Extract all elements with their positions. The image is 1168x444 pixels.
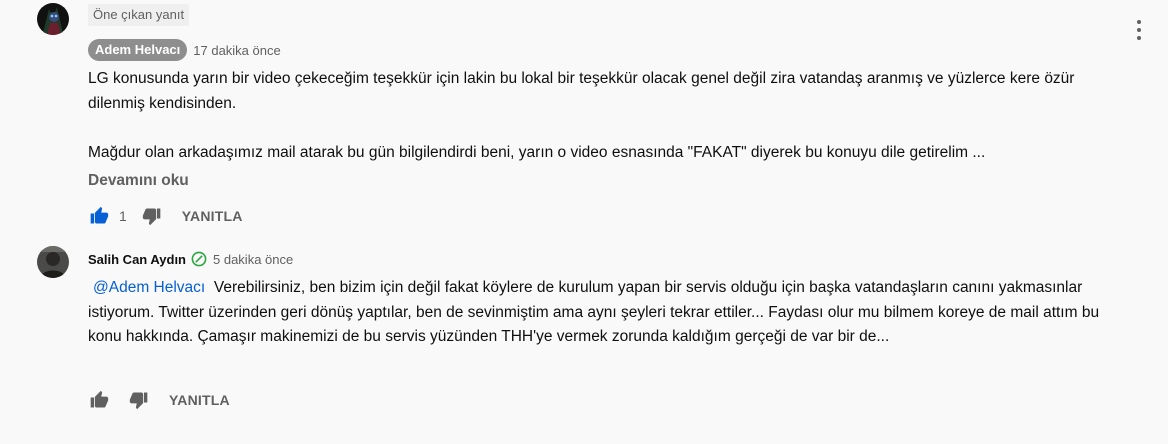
read-more-button[interactable]: Devamını oku (88, 169, 189, 193)
comment-paragraph: Mağdur olan arkadaşımız mail atarak bu g… (88, 143, 986, 161)
comment-time[interactable]: 5 dakika önce (213, 252, 293, 267)
thumbs-up-icon[interactable] (88, 389, 110, 411)
avatar[interactable] (37, 3, 69, 35)
reply-button[interactable]: YANITLA (169, 392, 230, 408)
mention-link[interactable]: @Adem Helvacı (88, 279, 205, 296)
reply-body: Verebilirsiniz, ben bizim için değil fak… (88, 279, 1100, 345)
reply-text: @Adem Helvacı Verebilirsiniz, ben bizim … (88, 276, 1133, 350)
comment-time[interactable]: 17 dakika önce (193, 43, 280, 58)
verified-check-icon (191, 251, 207, 267)
author-name[interactable]: Salih Can Aydın (88, 252, 186, 267)
reply-button[interactable]: YANITLA (182, 208, 243, 224)
comment-text: LG konusunda yarın bir video çekeceğim t… (88, 67, 1128, 165)
avatar[interactable] (37, 246, 69, 278)
author-name[interactable]: Adem Helvacı (88, 39, 188, 61)
more-vert-icon[interactable] (1129, 17, 1149, 43)
reply-actions: YANITLA (88, 386, 230, 414)
pinned-badge: Öne çıkan yanıt (88, 4, 190, 26)
reply-header: Salih Can Aydın 5 dakika önce (88, 248, 293, 270)
like-count: 1 (119, 208, 127, 224)
thumbs-down-icon[interactable] (141, 205, 163, 227)
thumbs-up-icon[interactable] (88, 205, 110, 227)
comment-actions: 1 YANITLA (88, 202, 243, 230)
thumbs-down-icon[interactable] (128, 389, 150, 411)
comment-paragraph: LG konusunda yarın bir video çekeceğim t… (88, 70, 1075, 112)
comment-header: Adem Helvacı 17 dakika önce (88, 38, 281, 62)
